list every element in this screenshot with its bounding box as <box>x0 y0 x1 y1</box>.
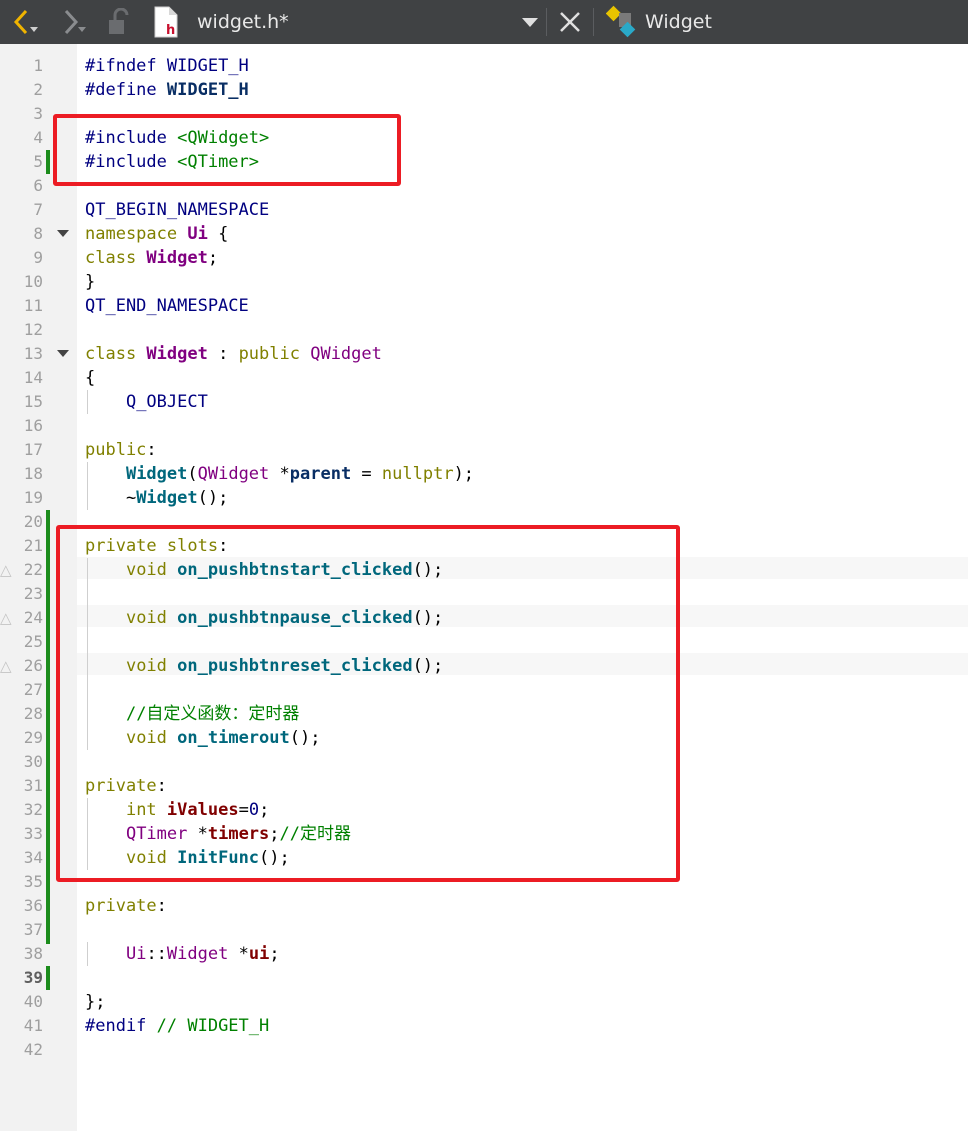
line-number: 11 <box>23 296 43 315</box>
class-name: Widget <box>645 11 712 33</box>
code-line: }; <box>85 992 106 1012</box>
code-line: class Widget : public QWidget <box>85 344 382 364</box>
line-number: 30 <box>23 752 43 771</box>
code-line: Widget(QWidget *parent = nullptr); <box>125 464 475 484</box>
dropdown-arrow-icon[interactable] <box>515 0 545 44</box>
code-line: #define WIDGET_H <box>85 80 249 100</box>
line-number: 38 <box>23 944 43 963</box>
line-number: 17 <box>23 440 43 459</box>
line-number: 27 <box>23 680 43 699</box>
line-number: 32 <box>23 800 43 819</box>
line-number: 23 <box>23 584 43 603</box>
current-line-number: 39 <box>23 968 43 987</box>
fold-marker-icon[interactable] <box>57 350 69 357</box>
line-number: 2 <box>33 80 43 99</box>
line-number: 41 <box>23 1016 43 1035</box>
line-number: 18 <box>23 464 43 483</box>
code-line: #endif // WIDGET_H <box>85 1016 270 1036</box>
code-line: namespace Ui { <box>85 224 229 244</box>
line-number: 14 <box>23 368 43 387</box>
file-name: widget.h* <box>197 11 289 33</box>
line-number: 7 <box>33 200 43 219</box>
line-number: 3 <box>33 104 43 123</box>
svg-text:h: h <box>166 23 175 38</box>
fold-marker-icon[interactable] <box>57 230 69 237</box>
toolbar-separator <box>546 8 547 36</box>
close-icon[interactable] <box>553 0 587 44</box>
line-number: 1 <box>33 56 43 75</box>
code-line: QT_END_NAMESPACE <box>85 296 249 316</box>
code-line: ~Widget(); <box>85 488 229 508</box>
code-line: } <box>85 272 96 292</box>
line-number: 6 <box>33 176 43 195</box>
line-number: 8 <box>33 224 43 243</box>
line-number: 16 <box>23 416 43 435</box>
highlight-box-includes <box>53 114 401 186</box>
editor-toolbar: h widget.h* Widget <box>0 0 968 44</box>
toolbar-separator <box>593 8 594 36</box>
line-number: 19 <box>23 488 43 507</box>
line-number: 15 <box>23 392 43 411</box>
line-number: 35 <box>23 872 43 891</box>
code-line: class Widget; <box>85 248 219 268</box>
forward-arrow-icon[interactable] <box>56 0 92 44</box>
line-number: 4 <box>33 128 43 147</box>
code-line: Q_OBJECT <box>125 392 208 412</box>
line-number: 36 <box>23 896 43 915</box>
line-number: 28 <box>23 704 43 723</box>
back-arrow-icon[interactable] <box>8 0 44 44</box>
highlight-box-slots <box>56 525 680 882</box>
code-line: private: <box>85 896 167 916</box>
line-number: 13 <box>23 344 43 363</box>
lock-icon[interactable] <box>102 0 136 44</box>
code-line: QT_BEGIN_NAMESPACE <box>85 200 270 220</box>
warning-icon[interactable]: △ <box>0 558 12 582</box>
line-number: 42 <box>23 1040 43 1059</box>
line-number: 10 <box>23 272 43 291</box>
line-number: 29 <box>23 728 43 747</box>
class-icon <box>604 0 642 44</box>
change-marker <box>46 150 50 174</box>
header-file-icon: h <box>148 0 184 44</box>
line-number: 25 <box>23 632 43 651</box>
line-number: 33 <box>23 824 43 843</box>
code-line: Ui::Widget *ui; <box>125 944 280 964</box>
change-marker <box>46 510 50 944</box>
warning-icon[interactable]: △ <box>0 654 12 678</box>
code-line: { <box>85 368 96 388</box>
line-number: 40 <box>23 992 43 1011</box>
line-number: 21 <box>23 536 43 555</box>
line-number: 9 <box>33 248 43 267</box>
warning-icon[interactable]: △ <box>0 606 12 630</box>
change-marker <box>46 966 50 990</box>
line-number: 31 <box>23 776 43 795</box>
line-number: 37 <box>23 920 43 939</box>
line-number: 20 <box>23 512 43 531</box>
line-number: 12 <box>23 320 43 339</box>
line-number: 5 <box>33 152 43 171</box>
code-line: #ifndef WIDGET_H <box>85 56 249 76</box>
line-number: 34 <box>23 848 43 867</box>
code-line: public: <box>85 440 157 460</box>
